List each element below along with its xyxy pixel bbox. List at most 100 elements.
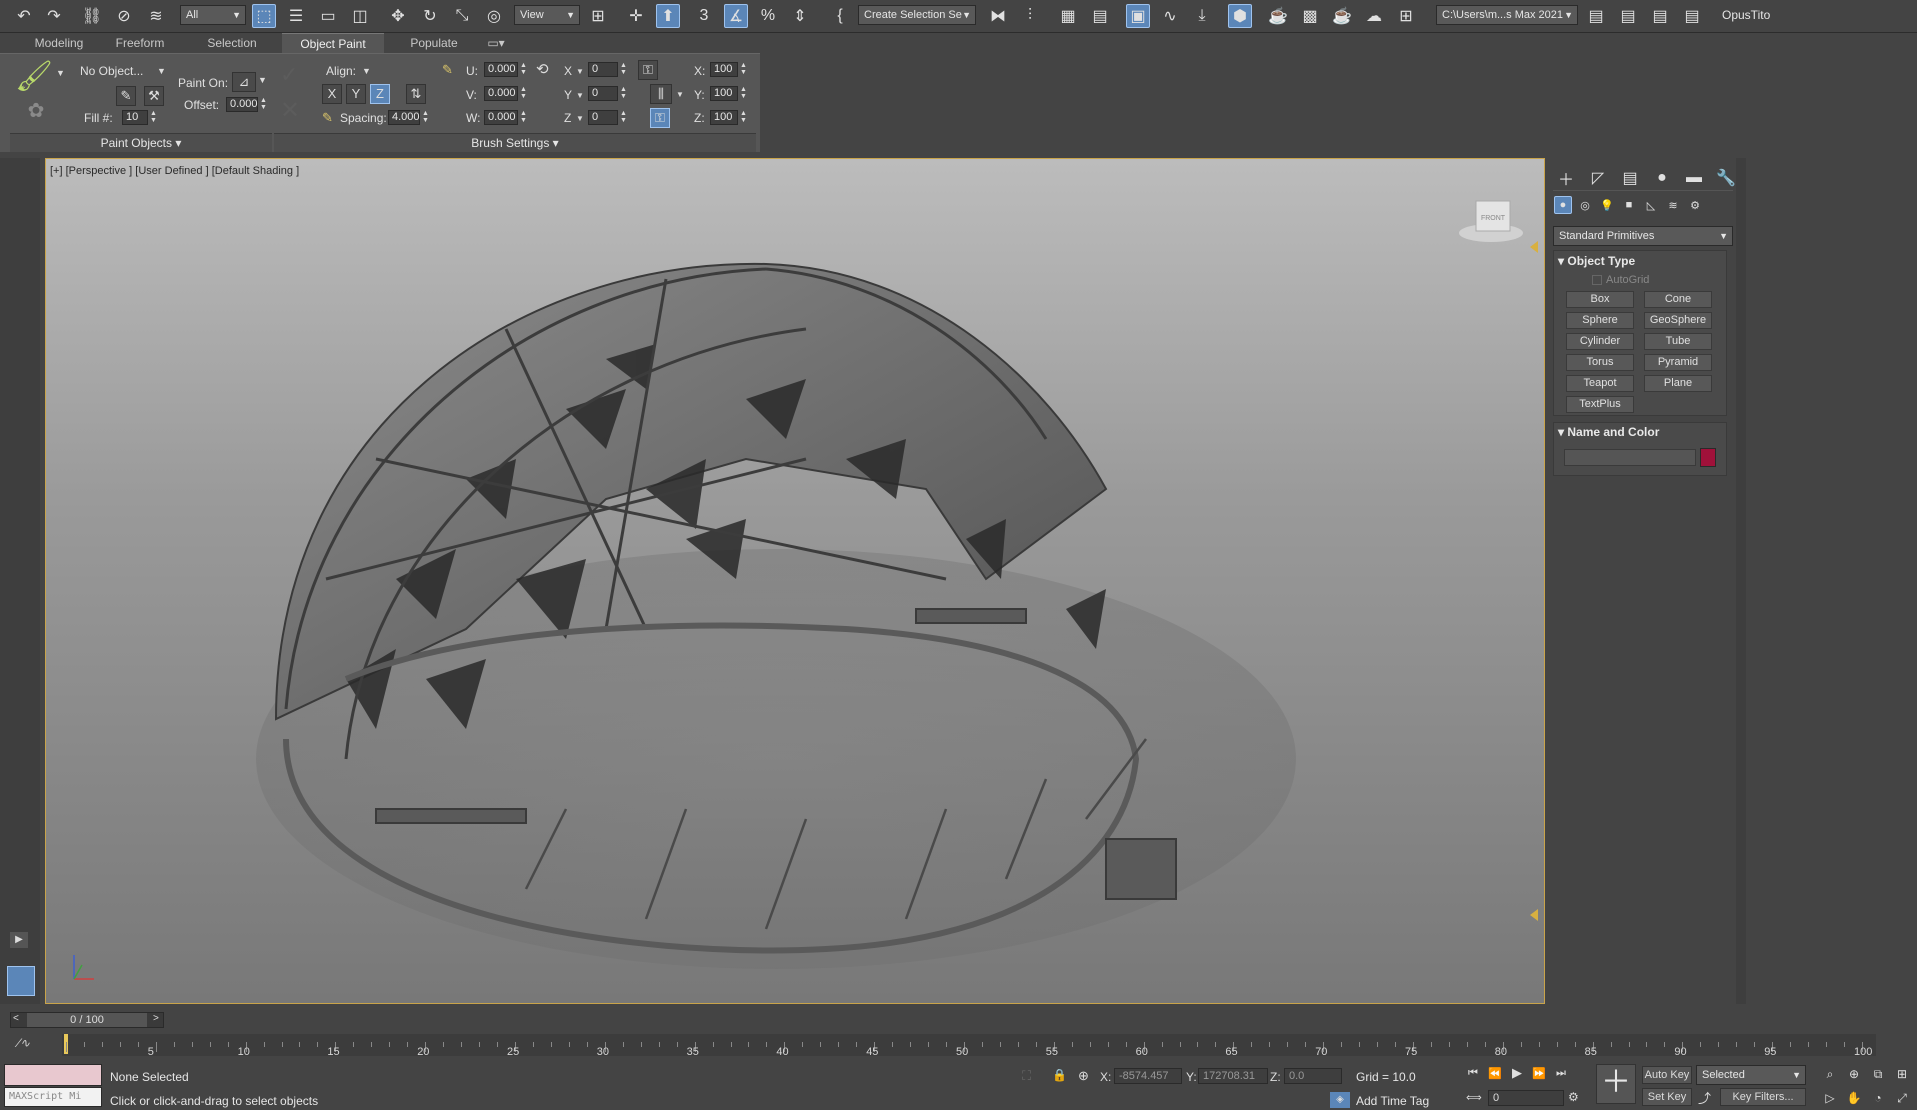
scale-y-spinner[interactable]: ▲ ▼ xyxy=(740,86,748,101)
w-field[interactable]: 0.000 xyxy=(484,110,518,125)
spacewarps-category-icon[interactable]: ≋ xyxy=(1664,196,1682,214)
align-z-button[interactable]: Z xyxy=(370,84,390,104)
project-icon-3[interactable]: ▤ xyxy=(1648,4,1672,28)
pick-object-icon[interactable]: ✎ xyxy=(116,86,136,106)
render-in-cloud-icon[interactable]: ☁ xyxy=(1362,4,1386,28)
field-of-view-icon[interactable]: ▷ xyxy=(1820,1088,1840,1108)
project-folder-dropdown[interactable]: C:\Users\m...s Max 2021 ▼ xyxy=(1436,5,1578,25)
pyramid-button[interactable]: Pyramid xyxy=(1644,354,1712,371)
create-tab-icon[interactable]: ＋ xyxy=(1554,166,1578,190)
mirror-icon[interactable]: ⧓ xyxy=(986,4,1010,28)
curve-editor-icon[interactable]: ∿ xyxy=(1158,4,1182,28)
set-key-button[interactable]: Set Key xyxy=(1642,1088,1692,1106)
zoom-extents-icon[interactable]: ⧉ xyxy=(1868,1064,1888,1084)
auto-key-button[interactable]: Auto Key xyxy=(1642,1066,1692,1084)
project-icon-2[interactable]: ▤ xyxy=(1616,4,1640,28)
perspective-viewport[interactable]: FRONT xyxy=(45,158,1545,1004)
cone-button[interactable]: Cone xyxy=(1644,291,1712,308)
rot-z-dropdown-arrow[interactable]: ▼ xyxy=(576,114,584,123)
render-setup-icon[interactable]: ☕ xyxy=(1266,4,1290,28)
absolute-mode-transform-icon[interactable]: ⊕ xyxy=(1078,1068,1089,1084)
paint-on-dropdown-arrow[interactable]: ▼ xyxy=(258,75,267,85)
scale-x-field[interactable]: 100 xyxy=(710,62,738,77)
scale-mode-dropdown-arrow[interactable]: ▼ xyxy=(676,90,684,99)
named-selection-dropdown[interactable]: Create Selection Se ▼ xyxy=(858,5,976,25)
time-slider-prev-icon[interactable]: < xyxy=(13,1013,19,1024)
project-icon-4[interactable]: ▤ xyxy=(1680,4,1704,28)
scale-z-field[interactable]: 100 xyxy=(710,110,738,125)
key-filters-button[interactable]: Key Filters... xyxy=(1720,1088,1806,1106)
scale-lock-icon[interactable]: ⚿ xyxy=(638,60,658,80)
scale-mode-icon[interactable]: ⫼ xyxy=(650,84,672,104)
orbit-icon[interactable]: ◔ xyxy=(1868,1088,1888,1108)
cylinder-button[interactable]: Cylinder xyxy=(1566,333,1634,350)
tab-populate[interactable]: Populate xyxy=(392,33,476,53)
render-production-icon[interactable]: ☕ xyxy=(1330,4,1354,28)
tube-button[interactable]: Tube xyxy=(1644,333,1712,350)
expand-layout-tab-icon[interactable]: ▶ xyxy=(10,932,28,948)
fill-spinner[interactable]: ▲ ▼ xyxy=(150,110,158,125)
ribbon-options-icon[interactable]: ▭▾ xyxy=(482,33,510,53)
rectangular-selection-icon[interactable]: ▭ xyxy=(316,4,340,28)
pan-view-icon[interactable]: ✋ xyxy=(1844,1088,1864,1108)
zoom-all-icon[interactable]: ⊕ xyxy=(1844,1064,1864,1084)
flip-normal-icon[interactable]: ⇅ xyxy=(406,84,426,104)
plane-button[interactable]: Plane xyxy=(1644,375,1712,392)
selection-lock-icon[interactable]: 🔒 xyxy=(1052,1068,1067,1082)
reference-coordinate-dropdown[interactable]: View ▼ xyxy=(514,5,580,25)
rot-z-spinner[interactable]: ▲ ▼ xyxy=(620,110,628,125)
paint-brush-dropdown-arrow[interactable]: ▼ xyxy=(56,68,65,78)
paint-object-selector[interactable]: No Object... xyxy=(80,64,143,78)
u-field[interactable]: 0.000 xyxy=(484,62,518,77)
cancel-x-icon[interactable]: ✕ xyxy=(280,96,300,125)
viewport-label-menu[interactable]: [+] [Perspective ] [User Defined ] [Defa… xyxy=(50,165,299,177)
tab-object-paint[interactable]: Object Paint xyxy=(282,33,384,54)
rot-x-field[interactable]: 0 xyxy=(588,62,618,77)
user-account[interactable]: OpusTito xyxy=(1722,8,1770,22)
window-crossing-icon[interactable]: ◫ xyxy=(348,4,372,28)
v-spinner[interactable]: ▲ ▼ xyxy=(520,86,528,101)
align-x-button[interactable]: X xyxy=(322,84,342,104)
edit-named-selection-icon[interactable]: { xyxy=(828,4,852,28)
time-slider-thumb[interactable]: 0 / 100 xyxy=(27,1013,147,1027)
u-spinner[interactable]: ▲ ▼ xyxy=(520,62,528,77)
geometry-category-icon[interactable]: ● xyxy=(1554,196,1572,214)
select-object-icon[interactable]: ⬚ xyxy=(252,4,276,28)
go-to-end-icon[interactable]: ⏭ xyxy=(1552,1064,1570,1082)
commit-check-icon[interactable]: ✓ xyxy=(280,62,298,88)
placement-icon[interactable]: ◎ xyxy=(482,4,506,28)
snaps-toggle-icon[interactable]: 3 xyxy=(692,4,716,28)
default-in-out-tangents-icon[interactable]: ⤴ xyxy=(1698,1088,1711,1107)
schematic-view-icon[interactable]: ⤓ xyxy=(1190,4,1214,28)
rotate-icon[interactable]: ↻ xyxy=(418,4,442,28)
undo-icon[interactable]: ↶ xyxy=(12,4,36,28)
time-slider-next-icon[interactable]: > xyxy=(153,1013,159,1024)
align-icon[interactable]: ⫶ xyxy=(1018,4,1042,28)
align-dropdown-arrow[interactable]: ▼ xyxy=(362,66,371,76)
autogrid-checkbox[interactable] xyxy=(1592,275,1602,285)
rot-x-dropdown-arrow[interactable]: ▼ xyxy=(576,67,584,76)
utilities-tab-icon[interactable]: 🔧 xyxy=(1714,166,1738,190)
toggle-scene-explorer-icon[interactable]: ▦ xyxy=(1056,4,1080,28)
move-icon[interactable]: ✥ xyxy=(386,4,410,28)
y-coord-field[interactable]: 172708.31 xyxy=(1198,1068,1268,1084)
teapot-button[interactable]: Teapot xyxy=(1566,375,1634,392)
rot-y-field[interactable]: 0 xyxy=(588,86,618,101)
object-name-input[interactable] xyxy=(1564,449,1696,466)
v-field[interactable]: 0.000 xyxy=(484,86,518,101)
sphere-button[interactable]: Sphere xyxy=(1566,312,1634,329)
paint-on-icon[interactable]: ⊿ xyxy=(232,72,256,92)
paint-brush-icon[interactable]: 🖌 xyxy=(14,58,54,96)
percent-snap-icon[interactable]: % xyxy=(756,4,780,28)
chevron-down-icon[interactable]: ▼ xyxy=(157,66,166,76)
spacing-spinner[interactable]: ▲ ▼ xyxy=(422,110,430,125)
zoom-icon[interactable]: ⌕ xyxy=(1820,1064,1840,1084)
maxscript-mini-listener-input[interactable]: MAXScript Mi xyxy=(4,1087,102,1107)
viewcube[interactable]: FRONT xyxy=(1459,200,1523,242)
bind-spacewarp-icon[interactable]: ≋ xyxy=(144,4,168,28)
isolate-selection-icon[interactable]: ⛶ xyxy=(1022,1068,1031,1084)
key-mode-toggle-icon[interactable]: ⟺ xyxy=(1466,1091,1482,1104)
motion-tab-icon[interactable]: ● xyxy=(1650,166,1674,190)
rot-y-spinner[interactable]: ▲ ▼ xyxy=(620,86,628,101)
lights-category-icon[interactable]: 💡 xyxy=(1598,196,1616,214)
